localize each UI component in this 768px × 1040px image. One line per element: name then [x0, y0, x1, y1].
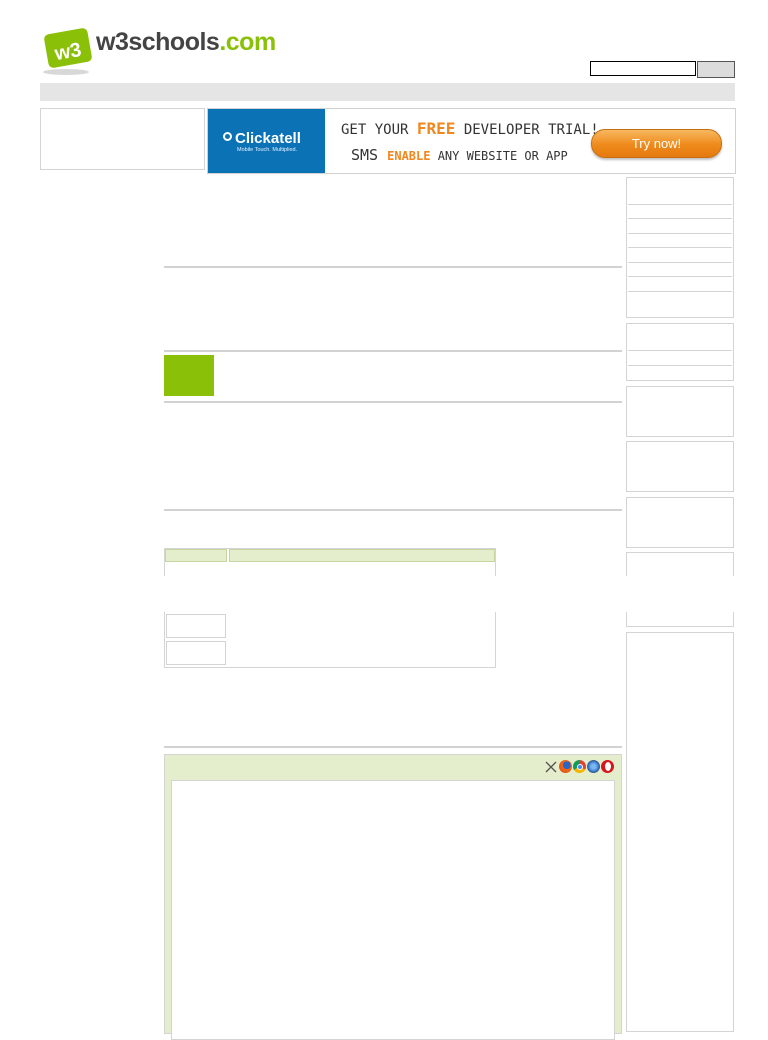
- section-divider: [164, 401, 622, 403]
- ad-headline-part: DEVELOPER TRIAL!: [455, 122, 599, 138]
- ad-headline: GET YOUR FREE DEVELOPER TRIAL!: [341, 119, 599, 138]
- example-code-area[interactable]: [171, 780, 615, 1040]
- sidebar-box: [626, 441, 734, 492]
- table-header-cell: [165, 549, 227, 562]
- sidebar-menu-divider: [628, 276, 732, 277]
- ad-subheadline-part: SMS: [351, 146, 388, 164]
- sidebar-menu-divider: [628, 247, 732, 248]
- sidebar-box: [626, 323, 734, 381]
- ad-subheadline: SMS ENABLE ANY WEBSITE OR APP: [351, 146, 568, 164]
- section-divider: [164, 266, 622, 268]
- ad-brand-tagline: Mobile Touch. Multiplied.: [237, 147, 298, 153]
- ad-brand-panel: Clickatell Mobile Touch. Multiplied.: [208, 109, 325, 173]
- section-divider: [164, 746, 622, 748]
- sidebar-box: [626, 497, 734, 548]
- ad-subheadline-highlight: ENABLE: [387, 149, 431, 163]
- top-navigation-bar[interactable]: [40, 83, 735, 101]
- search-button[interactable]: [697, 61, 735, 78]
- section-divider: [164, 509, 622, 511]
- search-input[interactable]: [590, 61, 696, 76]
- sidebar-menu-divider: [628, 291, 732, 292]
- green-color-sample: [164, 355, 214, 396]
- sidebar-menu-divider: [628, 350, 732, 351]
- table-cell: [166, 614, 226, 638]
- logo-badge-icon: w3: [43, 28, 92, 75]
- clickatell-ad-banner[interactable]: Clickatell Mobile Touch. Multiplied. GET…: [207, 108, 736, 174]
- sidebar-box: [626, 386, 734, 437]
- logo-word: w3schools: [96, 28, 220, 56]
- sidebar-menu-divider: [628, 262, 732, 263]
- sidebar-ad-box: [626, 632, 734, 1032]
- sidebar-menu-divider: [628, 233, 732, 234]
- left-ad-placeholder: [40, 108, 205, 170]
- sidebar-menu-divider: [628, 218, 732, 219]
- sidebar-menu-divider: [628, 204, 732, 205]
- blank-band: [0, 576, 768, 612]
- safari-icon: [587, 760, 600, 773]
- close-icon: [545, 761, 557, 773]
- section-divider: [164, 350, 622, 352]
- logo-domain: .com: [219, 28, 276, 56]
- ad-subheadline-part: ANY WEBSITE OR APP: [430, 149, 568, 163]
- chrome-icon: [573, 760, 586, 773]
- firefox-icon: [559, 760, 572, 773]
- table-header-cell: [229, 549, 495, 562]
- logo-wordmark[interactable]: w3schools.com: [96, 28, 276, 57]
- opera-icon: [601, 760, 614, 773]
- table-cell: [166, 641, 226, 665]
- sidebar-menu-divider: [628, 365, 732, 366]
- ad-brand-name: Clickatell: [235, 130, 301, 147]
- ad-headline-highlight: FREE: [416, 119, 456, 138]
- try-now-button[interactable]: Try now!: [591, 129, 722, 158]
- ad-headline-part: GET YOUR: [341, 122, 417, 138]
